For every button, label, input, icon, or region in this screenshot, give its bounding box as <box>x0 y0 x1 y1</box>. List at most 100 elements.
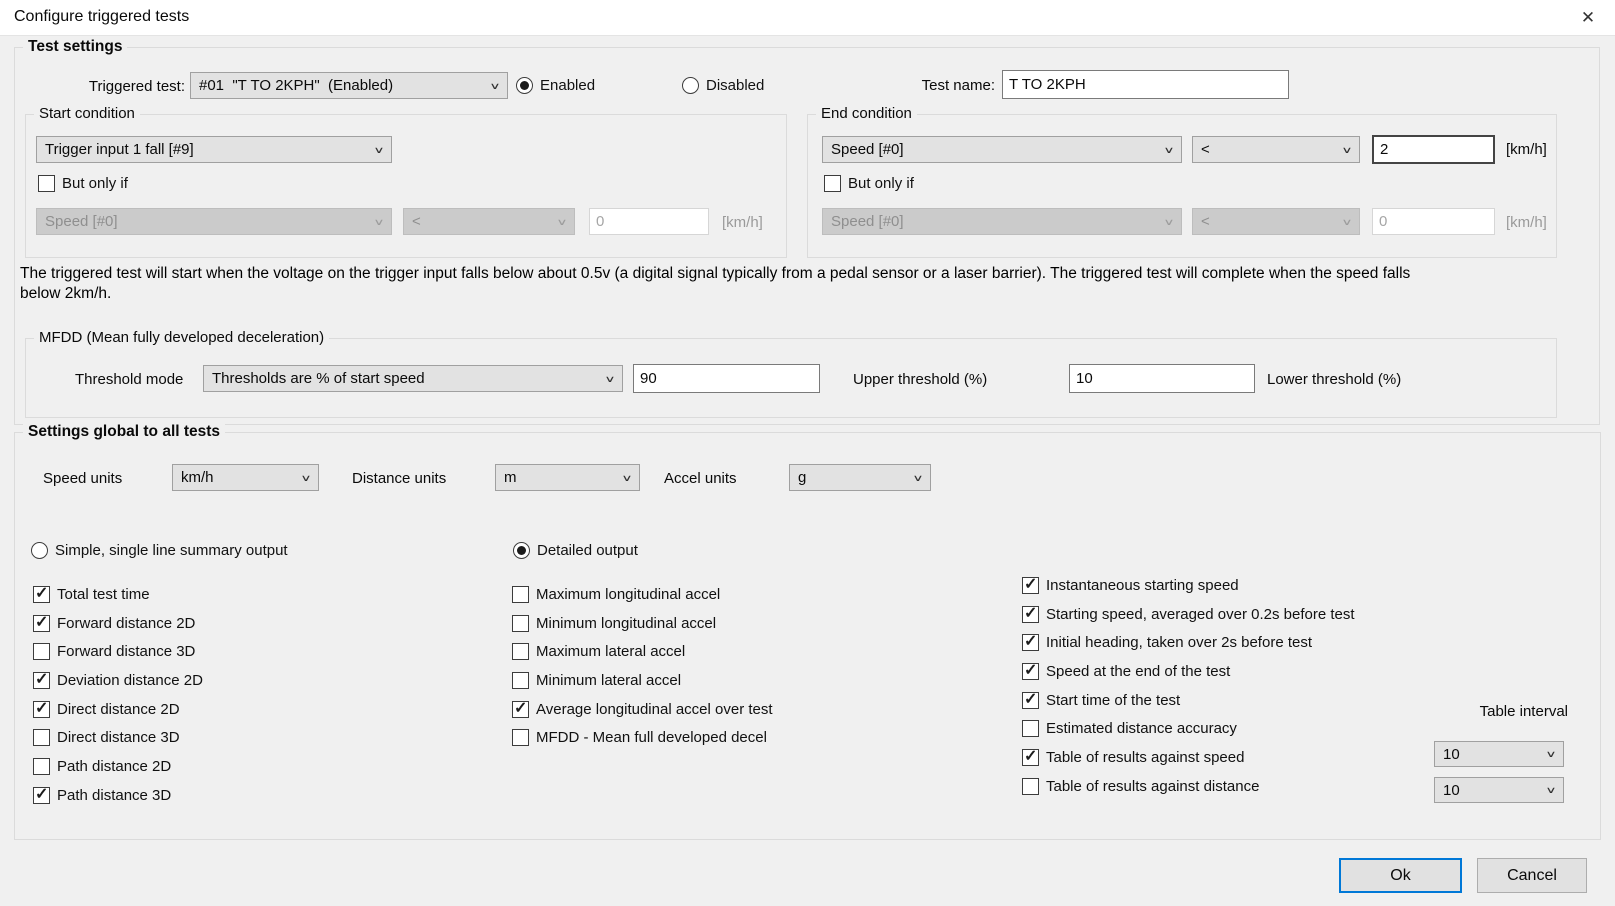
checkbox-option-row[interactable]: Speed at the end of the test <box>1022 663 1355 680</box>
table-interval-distance-select[interactable]: 10 ∨ <box>1434 777 1564 803</box>
close-icon[interactable]: ✕ <box>1575 5 1601 31</box>
option-checkbox[interactable] <box>512 586 529 603</box>
start-trigger-value: Trigger input 1 fall [#9] <box>45 141 194 158</box>
checkbox-option-row[interactable]: Start time of the test <box>1022 692 1355 709</box>
global-settings-group: Settings global to all tests <box>14 432 1601 840</box>
speed-units-label: Speed units <box>43 470 122 487</box>
triggered-test-select[interactable]: #01 "T TO 2KPH" (Enabled) ∨ <box>190 72 508 99</box>
test-name-input[interactable] <box>1002 70 1289 99</box>
threshold-mode-label: Threshold mode <box>75 371 183 388</box>
detailed-output-radio[interactable] <box>513 542 530 559</box>
end-but-only-if-row[interactable]: But only if <box>824 175 914 192</box>
checkbox-option-row[interactable]: Table of results against speed <box>1022 749 1355 766</box>
checkbox-option-row[interactable]: Forward distance 2D <box>33 615 203 632</box>
checkbox-option-row[interactable]: Path distance 3D <box>33 787 203 804</box>
option-checkbox[interactable] <box>512 672 529 689</box>
table-interval-speed-select[interactable]: 10 ∨ <box>1434 741 1564 767</box>
distance-units-value: m <box>504 469 517 486</box>
option-label: Average longitudinal accel over test <box>536 701 773 718</box>
enabled-radio-row[interactable]: Enabled <box>516 77 595 94</box>
option-checkbox[interactable] <box>33 586 50 603</box>
option-checkbox[interactable] <box>1022 692 1039 709</box>
option-checkbox[interactable] <box>33 615 50 632</box>
start-trigger-select[interactable]: Trigger input 1 fall [#9] ∨ <box>36 136 392 163</box>
option-label: Direct distance 3D <box>57 729 180 746</box>
end-units-label: [km/h] <box>1506 141 1547 158</box>
start-but-only-if-row[interactable]: But only if <box>38 175 128 192</box>
enabled-radio-label: Enabled <box>540 77 595 94</box>
option-checkbox[interactable] <box>33 672 50 689</box>
option-checkbox[interactable] <box>512 701 529 718</box>
checkbox-option-row[interactable]: Forward distance 3D <box>33 643 203 660</box>
start-sub-operator-select: < ∨ <box>403 208 575 235</box>
disabled-radio[interactable] <box>682 77 699 94</box>
checkbox-option-row[interactable]: Table of results against distance <box>1022 778 1355 795</box>
end-channel-select[interactable]: Speed [#0] ∨ <box>822 136 1182 163</box>
checkbox-option-row[interactable]: Direct distance 2D <box>33 701 203 718</box>
checkbox-option-row[interactable]: Total test time <box>33 586 203 603</box>
simple-output-radio-row[interactable]: Simple, single line summary output <box>31 542 288 559</box>
checkbox-option-row[interactable]: Direct distance 3D <box>33 729 203 746</box>
chevron-down-icon: ∨ <box>556 216 571 227</box>
checkbox-option-row[interactable]: Path distance 2D <box>33 758 203 775</box>
accel-units-select[interactable]: g ∨ <box>789 464 931 491</box>
checkbox-option-row[interactable]: Initial heading, taken over 2s before te… <box>1022 634 1355 651</box>
option-checkbox[interactable] <box>1022 606 1039 623</box>
end-operator-value: < <box>1201 141 1210 158</box>
option-checkbox[interactable] <box>33 729 50 746</box>
checkbox-option-row[interactable]: Maximum lateral accel <box>512 643 773 660</box>
checkbox-option-row[interactable]: Deviation distance 2D <box>33 672 203 689</box>
checkbox-option-row[interactable]: Average longitudinal accel over test <box>512 701 773 718</box>
lower-threshold-input[interactable] <box>1069 364 1255 393</box>
checkbox-option-row[interactable]: MFDD - Mean full developed decel <box>512 729 773 746</box>
option-checkbox[interactable] <box>33 787 50 804</box>
option-checkbox[interactable] <box>1022 778 1039 795</box>
start-condition-group-label: Start condition <box>34 105 140 122</box>
checkbox-option-row[interactable]: Minimum lateral accel <box>512 672 773 689</box>
threshold-mode-select[interactable]: Thresholds are % of start speed ∨ <box>203 365 623 392</box>
enabled-radio[interactable] <box>516 77 533 94</box>
triggered-test-label: Triggered test: <box>60 78 185 95</box>
accel-units-label: Accel units <box>664 470 737 487</box>
ok-button[interactable]: Ok <box>1339 858 1462 893</box>
option-checkbox[interactable] <box>33 643 50 660</box>
option-checkbox[interactable] <box>33 701 50 718</box>
distance-units-select[interactable]: m ∨ <box>495 464 640 491</box>
speed-units-select[interactable]: km/h ∨ <box>172 464 319 491</box>
detailed-output-radio-row[interactable]: Detailed output <box>513 542 638 559</box>
option-checkbox[interactable] <box>1022 577 1039 594</box>
checkbox-option-row[interactable]: Estimated distance accuracy <box>1022 720 1355 737</box>
option-label: MFDD - Mean full developed decel <box>536 729 767 746</box>
disabled-radio-row[interactable]: Disabled <box>682 77 764 94</box>
end-threshold-input[interactable] <box>1372 135 1495 164</box>
checkbox-option-row[interactable]: Instantaneous starting speed <box>1022 577 1355 594</box>
checkbox-option-row[interactable]: Minimum longitudinal accel <box>512 615 773 632</box>
checkbox-option-row[interactable]: Starting speed, averaged over 0.2s befor… <box>1022 606 1355 623</box>
option-checkbox[interactable] <box>1022 720 1039 737</box>
option-label: Path distance 3D <box>57 787 171 804</box>
upper-threshold-input[interactable] <box>633 364 820 393</box>
option-checkbox[interactable] <box>512 615 529 632</box>
option-checkbox[interactable] <box>1022 634 1039 651</box>
start-sub-channel-value: Speed [#0] <box>45 213 118 230</box>
accel-units-value: g <box>798 469 806 486</box>
option-checkbox[interactable] <box>1022 749 1039 766</box>
chevron-down-icon: ∨ <box>1545 749 1560 760</box>
option-label: Initial heading, taken over 2s before te… <box>1046 634 1312 651</box>
end-but-only-if-checkbox[interactable] <box>824 175 841 192</box>
checkbox-option-row[interactable]: Maximum longitudinal accel <box>512 586 773 603</box>
detailed-output-radio-label: Detailed output <box>537 542 638 559</box>
option-checkbox[interactable] <box>33 758 50 775</box>
threshold-mode-value: Thresholds are % of start speed <box>212 370 425 387</box>
option-checkbox[interactable] <box>512 729 529 746</box>
chevron-down-icon: ∨ <box>300 472 315 483</box>
mfdd-group-label: MFDD (Mean fully developed deceleration) <box>34 329 329 346</box>
cancel-button[interactable]: Cancel <box>1477 858 1587 893</box>
option-checkbox[interactable] <box>1022 663 1039 680</box>
simple-output-radio[interactable] <box>31 542 48 559</box>
chevron-down-icon: ∨ <box>1163 144 1178 155</box>
end-operator-select[interactable]: < ∨ <box>1192 136 1360 163</box>
end-channel-value: Speed [#0] <box>831 141 904 158</box>
option-checkbox[interactable] <box>512 643 529 660</box>
start-but-only-if-checkbox[interactable] <box>38 175 55 192</box>
